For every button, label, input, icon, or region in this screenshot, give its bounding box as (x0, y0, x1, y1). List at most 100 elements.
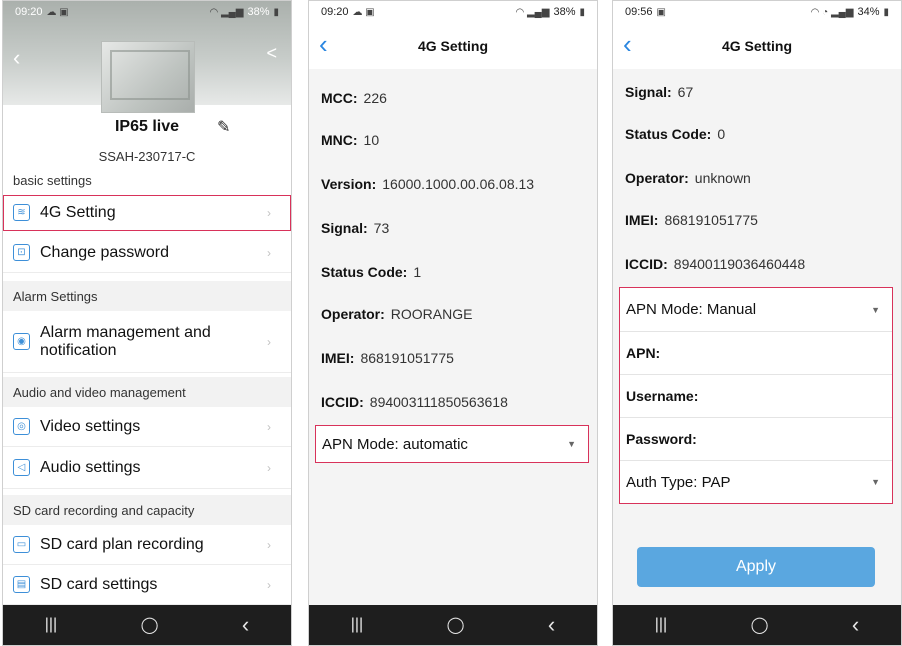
sdcard-icon: ▤ (13, 576, 30, 593)
username-label: Username: (626, 388, 699, 404)
field-operator: Operator: unknown (613, 163, 901, 193)
field-mcc: MCC: 226 (309, 83, 597, 113)
password-field[interactable]: Password: (620, 417, 892, 460)
nav-back-button[interactable]: ‹ (242, 612, 249, 638)
manual-apn-form: APN Mode: Manual ▼ APN: Username: Passwo… (619, 287, 893, 504)
status-time: 09:20 (321, 6, 349, 18)
field-imei: IMEI: 868191051775 (309, 343, 597, 373)
back-icon[interactable]: ‹ (623, 31, 632, 57)
field-key: Signal: (321, 220, 368, 236)
back-icon[interactable]: ‹ (13, 45, 20, 71)
section-sd-card: SD card recording and capacity (3, 495, 291, 525)
apn-field[interactable]: APN: (620, 331, 892, 374)
section-alarm-settings: Alarm Settings (3, 281, 291, 311)
camera-thumbnail[interactable] (101, 41, 195, 113)
apn-mode-value: Manual (706, 301, 757, 318)
menu-item-label: 4G Setting (40, 203, 116, 221)
page-title: 4G Setting (721, 38, 792, 54)
apn-mode-select[interactable]: APN Mode: Manual ▼ (620, 288, 892, 331)
status-time: 09:20 (15, 6, 43, 18)
device-serial: SSAH-230717-C (98, 149, 196, 164)
back-icon[interactable]: ‹ (319, 31, 328, 57)
phone-4g-setting-auto: 09:20 ☁ ▣ ◠ ▂▄▆ 38% ▮ ‹ 4G Setting MCC: 226 … (308, 0, 598, 646)
nav-home-button[interactable]: ◯ (141, 615, 159, 635)
nav-home-button[interactable]: ◯ (447, 615, 465, 635)
auth-type-label: Auth Type: (626, 473, 698, 491)
nav-back-button[interactable]: ‹ (548, 612, 555, 638)
nav-recents-button[interactable]: ||| (351, 616, 363, 634)
field-value: 16000.1000.00.06.08.13 (382, 176, 535, 192)
page-title: 4G Setting (417, 38, 488, 54)
menu-item-4g-setting[interactable]: ≋ 4G Setting › (3, 195, 291, 231)
status-bar: 09:56 ▣ ◠ ◔ ▂▄▆ 34% ▮ (613, 1, 901, 23)
field-value: 226 (363, 90, 387, 106)
field-value: unknown (694, 170, 751, 186)
field-value: 10 (363, 132, 380, 148)
apply-button[interactable]: Apply (637, 547, 875, 587)
battery-icon: ▮ (273, 6, 279, 18)
field-iccid: ICCID: 894003111850563618 (309, 387, 597, 417)
menu-item-sd-card-settings[interactable]: ▤ SD card settings › (3, 565, 291, 605)
field-status-code: Status Code: 1 (309, 257, 597, 287)
menu-item-label: Audio settings (40, 458, 141, 476)
header-bar: ‹ 4G Setting (613, 23, 901, 69)
apn-mode-select[interactable]: APN Mode: automatic ▼ (315, 425, 589, 463)
field-key: Signal: (625, 84, 672, 100)
field-value: 89400119036460448 (673, 256, 806, 272)
battery-icon: ▮ (579, 6, 585, 18)
apn-label: APN: (626, 345, 661, 361)
menu-item-audio-settings[interactable]: ◁ Audio settings › (3, 447, 291, 489)
notification-icon: ☁ ▣ (46, 6, 69, 18)
field-key: Operator: (625, 170, 689, 186)
field-value: 894003111850563618 (369, 394, 508, 410)
field-key: IMEI: (625, 212, 659, 228)
dropdown-caret-icon: ▼ (871, 304, 880, 315)
field-value: 868191051775 (360, 350, 454, 366)
username-field[interactable]: Username: (620, 374, 892, 417)
field-value: 67 (677, 84, 694, 100)
share-icon[interactable]: < (266, 43, 277, 64)
field-imei: IMEI: 868191051775 (613, 205, 901, 235)
nav-recents-button[interactable]: ||| (655, 616, 667, 634)
menu-item-change-password[interactable]: ⊡ Change password › (3, 233, 291, 273)
menu-item-label: SD card plan recording (40, 535, 204, 553)
chevron-right-icon: › (267, 334, 271, 349)
phone-device-settings: 09:20 ☁ ▣ ◠ ▂▄▆ 38% ▮ ‹ < IP65 live ✎ SSAH-… (2, 0, 292, 646)
menu-item-video-settings[interactable]: ◎ Video settings › (3, 407, 291, 447)
edit-icon[interactable]: ✎ (217, 117, 230, 137)
field-key: Version: (321, 176, 377, 192)
field-value: 0 (717, 126, 726, 142)
wifi-icon: ≋ (13, 204, 30, 221)
field-key: ICCID: (321, 394, 364, 410)
apn-mode-label: APN Mode: (322, 435, 399, 453)
status-battery: 34% (857, 6, 880, 18)
camera-icon: ◎ (13, 418, 30, 435)
menu-item-sd-plan-recording[interactable]: ▭ SD card plan recording › (3, 525, 291, 565)
menu-item-alarm-management[interactable]: ◉ Alarm management and notification › (3, 311, 291, 373)
record-icon: ▭ (13, 536, 30, 553)
field-value: 1 (413, 264, 422, 280)
signal-icon: ◠ ▂▄▆ (209, 6, 244, 18)
field-key: Status Code: (321, 264, 408, 280)
field-key: ICCID: (625, 256, 668, 272)
field-key: MNC: (321, 132, 358, 148)
battery-icon: ▮ (883, 6, 889, 18)
system-nav-bar: ||| ◯ ‹ (3, 605, 291, 645)
field-value: ROORANGE (390, 306, 473, 322)
field-version: Version: 16000.1000.00.06.08.13 (309, 169, 597, 199)
auth-type-select[interactable]: Auth Type: PAP ▼ (620, 460, 892, 503)
lock-icon: ⊡ (13, 244, 30, 261)
signal-icon: ◠ ▂▄▆ (515, 6, 550, 18)
nav-home-button[interactable]: ◯ (751, 615, 769, 635)
password-label: Password: (626, 431, 697, 447)
menu-item-label: Video settings (40, 417, 141, 435)
alarm-icon: ◉ (13, 333, 30, 350)
apn-mode-select-row[interactable]: APN Mode: automatic ▼ (316, 426, 588, 462)
field-status-code: Status Code: 0 (613, 119, 901, 149)
menu-item-label: Alarm management and notification (40, 323, 211, 359)
nav-recents-button[interactable]: ||| (45, 616, 57, 634)
field-value: 868191051775 (664, 212, 758, 228)
nav-back-button[interactable]: ‹ (852, 612, 859, 638)
field-mnc: MNC: 10 (309, 125, 597, 155)
field-signal: Signal: 67 (613, 77, 901, 107)
